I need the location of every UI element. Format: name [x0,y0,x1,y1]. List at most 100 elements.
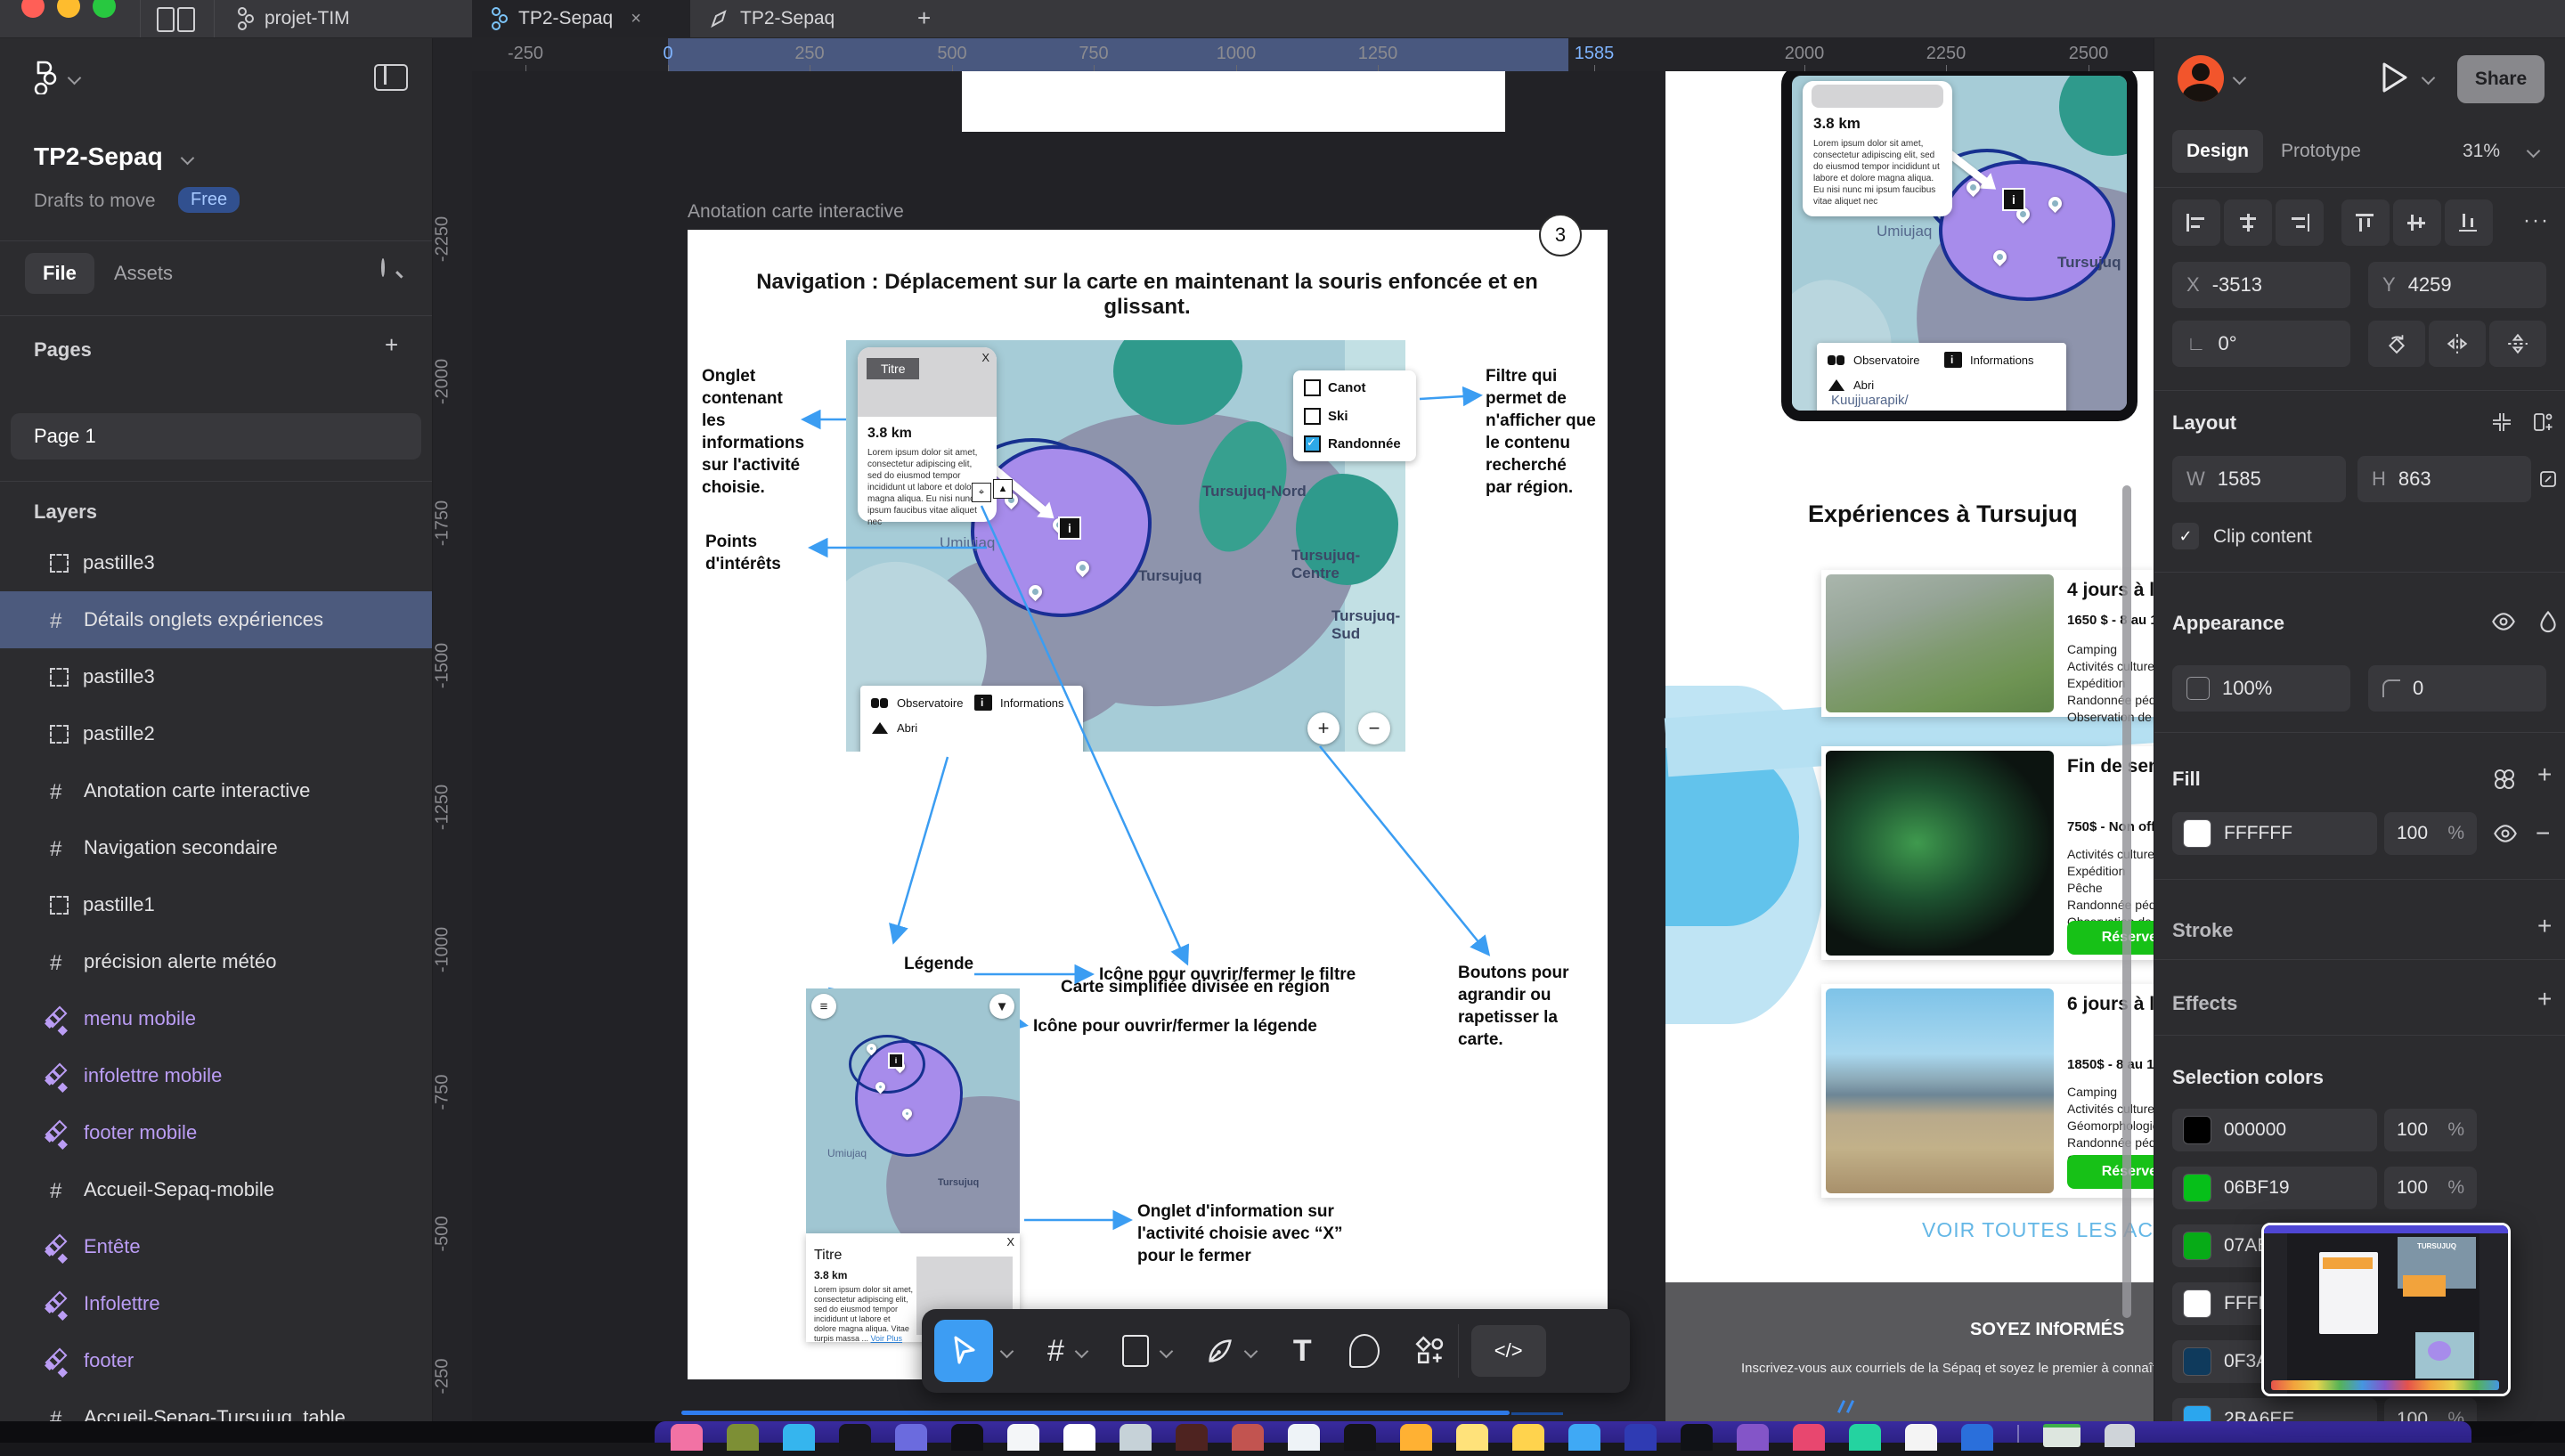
tab-prototype[interactable]: Prototype [2281,141,2361,162]
dock-app-icon[interactable] [1007,1424,1039,1451]
add-fill-button[interactable]: + [2537,761,2552,789]
styles-icon[interactable] [2495,769,2514,789]
fill-opacity[interactable]: 100% [2384,812,2477,855]
align-right-icon[interactable] [2276,199,2324,246]
remove-fill-icon[interactable]: − [2536,819,2550,848]
rotate-icon[interactable] [2368,321,2425,367]
reserve-button[interactable]: Réserver [2067,921,2154,955]
experience-card[interactable]: 4 jours à la déco 1650 $ - 8 au 11 août … [1821,570,2154,717]
add-effect-button[interactable]: + [2537,985,2552,1013]
color-swatch[interactable] [2183,1174,2211,1202]
flip-vertical-icon[interactable] [2489,321,2546,367]
new-tab-button[interactable]: + [917,4,931,32]
dock-app-icon[interactable] [839,1424,871,1451]
tabs-overview-icon[interactable] [177,7,195,32]
constrain-proportions-icon[interactable] [2537,468,2559,490]
see-all-activities-link[interactable]: VOIR TOUTES LES AC [1922,1218,2154,1242]
zoom-window-button[interactable] [93,0,116,18]
dock-app-icon[interactable] [671,1424,703,1451]
align-horizontal-center-icon[interactable] [2224,199,2272,246]
user-avatar[interactable] [2178,55,2224,102]
flip-horizontal-icon[interactable] [2429,321,2486,367]
dock-app-icon[interactable] [1232,1424,1264,1451]
layer-row[interactable]: menu mobile [0,990,432,1047]
dock-app-icon[interactable] [1176,1424,1208,1451]
layer-row[interactable]: pastille3 [0,648,432,705]
layer-row[interactable]: Détails onglets expériences [0,591,432,648]
dock-app-icon[interactable] [1400,1424,1432,1451]
tab-tp2-sepaq-draft[interactable]: TP2-Sepaq [690,0,895,37]
shape-tool-chevron[interactable] [1160,1344,1174,1358]
canvas-vertical-scrollbar[interactable] [2122,485,2131,1318]
add-stroke-button[interactable]: + [2537,912,2552,940]
corner-radius-input[interactable]: 0 [2368,665,2546,712]
layer-row[interactable]: pastille2 [0,705,432,762]
selection-color-row[interactable]: 06BF19 100% [2154,1167,2565,1224]
selection-color-row[interactable]: 000000 100% [2154,1109,2565,1167]
dock-app-icon[interactable] [951,1424,983,1451]
actions-tool-button[interactable] [1415,1336,1445,1366]
tab-projet-tim[interactable]: projet-TIM [218,0,472,37]
comment-tool-button[interactable] [1349,1334,1380,1368]
dock-app-icon[interactable] [1063,1424,1095,1451]
color-swatch[interactable] [2183,1347,2211,1376]
tab-assets[interactable]: Assets [114,262,173,285]
x-position-input[interactable]: X-3513 [2172,262,2350,308]
close-window-button[interactable] [21,0,45,18]
color-swatch[interactable] [2183,1289,2211,1318]
eye-icon[interactable] [2493,821,2518,846]
dock-app-icon[interactable] [1568,1424,1600,1451]
layer-row[interactable]: Anotation carte interactive [0,762,432,819]
filter-toggle-icon[interactable]: ▼ [989,994,1014,1019]
text-tool-button[interactable]: T [1293,1334,1312,1369]
dock-trash-icon[interactable] [2105,1424,2135,1447]
align-vertical-center-icon[interactable] [2393,199,2441,246]
page-item-selected[interactable]: Page 1 [11,413,421,460]
chevron-down-icon[interactable] [68,71,82,85]
dock-app-icon[interactable] [1624,1424,1657,1451]
dock-app-icon[interactable] [1905,1424,1937,1451]
dock-minimized-window[interactable] [2043,1424,2080,1447]
shrink-icon[interactable] [2491,411,2512,433]
pen-tool-button[interactable] [1205,1336,1235,1366]
dock-app-icon[interactable] [1681,1424,1713,1451]
opacity-input[interactable]: 100% [2172,665,2350,712]
dock-app-icon[interactable] [1849,1424,1881,1451]
dock-app-icon[interactable] [783,1424,815,1451]
fill-swatch[interactable] [2183,819,2211,848]
zoom-level[interactable]: 31% [2463,141,2500,162]
chevron-down-icon[interactable] [181,151,195,166]
canvas-horizontal-scrollbar[interactable] [681,1411,1510,1415]
tab-design[interactable]: Design [2172,130,2263,173]
layer-row[interactable]: précision alerte météo [0,933,432,990]
experience-card[interactable]: Fin de semaine à Tursujuq 750$ - Non off… [1821,746,2154,960]
zoom-chevron[interactable] [2527,144,2541,159]
eye-icon[interactable] [2491,609,2516,634]
shape-tool-button[interactable] [1122,1335,1149,1367]
present-options-chevron[interactable] [2422,71,2436,85]
layer-row[interactable]: Infolettre [0,1275,432,1332]
chevron-down-icon[interactable] [2233,71,2247,85]
search-icon[interactable] [381,258,385,277]
layer-row[interactable]: Entête [0,1218,432,1275]
tab-file[interactable]: File [25,253,94,294]
align-top-icon[interactable] [2341,199,2390,246]
figma-menu-icon[interactable] [34,61,57,94]
color-swatch[interactable] [2183,1232,2211,1260]
layer-row[interactable]: footer mobile [0,1104,432,1161]
add-page-button[interactable]: + [385,331,398,359]
tab-tp2-sepaq-active[interactable]: TP2-Sepaq × [472,0,690,37]
height-input[interactable]: H863 [2357,456,2531,502]
dock-app-icon[interactable] [1456,1424,1488,1451]
frame-tool-button[interactable]: # [1047,1334,1064,1369]
dock-app-icon[interactable] [1512,1424,1544,1451]
dev-mode-toggle[interactable]: </> [1471,1325,1546,1377]
frame-label[interactable]: Anotation carte interactive [688,201,904,223]
dock-app-icon[interactable] [1120,1424,1152,1451]
layer-row[interactable]: footer [0,1332,432,1389]
present-play-icon[interactable] [2379,61,2409,94]
screenshot-preview-overlay[interactable]: TURSUJUQ [2261,1223,2511,1396]
dock-app-icon[interactable] [1344,1424,1376,1451]
component-swap-icon[interactable] [2532,411,2553,433]
dock-app-icon[interactable] [1793,1424,1825,1451]
